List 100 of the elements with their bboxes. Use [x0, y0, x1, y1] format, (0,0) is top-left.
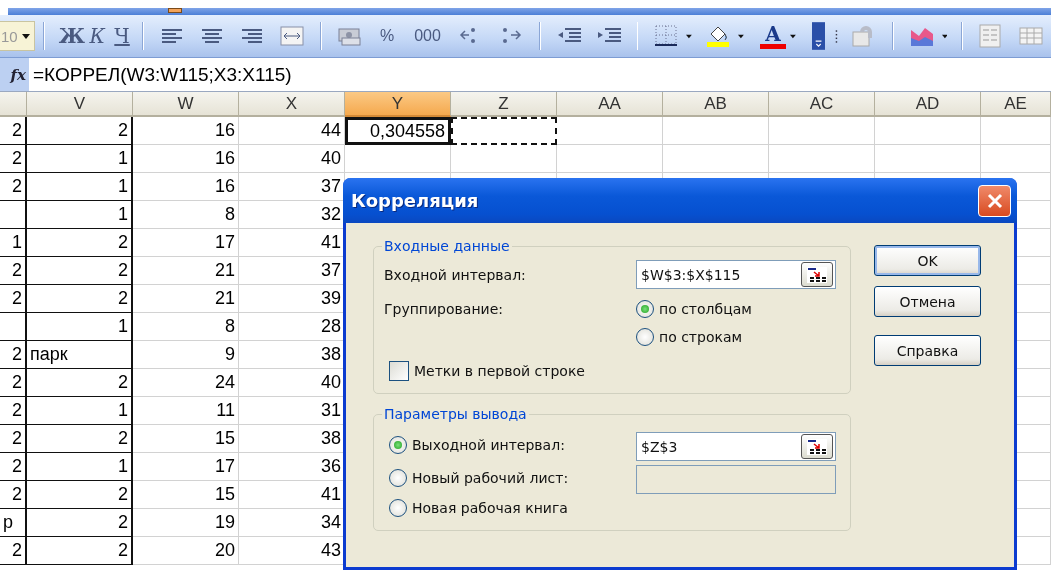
column-header[interactable]: AE: [981, 92, 1051, 117]
radio-button[interactable]: Новая рабочая книга: [389, 494, 636, 522]
table-cell[interactable]: 2: [0, 173, 27, 201]
table-cell[interactable]: 44: [239, 117, 345, 145]
table-cell[interactable]: 2: [0, 285, 27, 313]
table-cell[interactable]: 15: [133, 425, 239, 453]
close-icon: [985, 191, 1004, 210]
table-cell[interactable]: 2: [0, 145, 27, 173]
table-cell[interactable]: 2: [27, 369, 133, 397]
table-cell[interactable]: 15: [133, 481, 239, 509]
table-cell[interactable]: 9: [133, 341, 239, 369]
percent-button[interactable]: %: [379, 27, 395, 45]
table-cell[interactable]: [0, 313, 27, 341]
table-cell[interactable]: 2: [0, 453, 27, 481]
radio-button[interactable]: по столбцам: [636, 295, 836, 323]
column-header[interactable]: AD: [875, 92, 981, 117]
table-cell[interactable]: 2: [27, 509, 133, 537]
table-cell[interactable]: 16: [133, 173, 239, 201]
table-cell[interactable]: 2: [0, 117, 27, 145]
table-cell[interactable]: парк: [27, 341, 133, 369]
input-field[interactable]: $W$3:$X$115: [636, 260, 836, 289]
table-cell[interactable]: 16: [133, 117, 239, 145]
table-cell[interactable]: 2: [27, 257, 133, 285]
close-button[interactable]: [978, 184, 1011, 217]
table-cell[interactable]: 2: [27, 229, 133, 257]
table-cell[interactable]: 11: [133, 397, 239, 425]
column-header[interactable]: AA: [557, 92, 663, 117]
merge-cells-icon[interactable]: [280, 25, 305, 47]
collapse-dialog-icon: [806, 265, 828, 284]
thousands-button[interactable]: 000: [414, 27, 441, 45]
table-cell[interactable]: 2: [0, 369, 27, 397]
range-select-button[interactable]: [801, 262, 833, 287]
dropdown-arrow-icon[interactable]: [738, 33, 744, 39]
table-cell[interactable]: 21: [133, 285, 239, 313]
table-cell[interactable]: 8: [133, 313, 239, 341]
table-cell[interactable]: 2: [0, 341, 27, 369]
currency-icon[interactable]: [337, 25, 362, 47]
table-cell[interactable]: 1: [27, 313, 133, 341]
table-cell[interactable]: 2: [0, 481, 27, 509]
italic-button[interactable]: К: [84, 24, 110, 48]
table-cell[interactable]: 40: [239, 145, 345, 173]
table-cell[interactable]: 24: [133, 369, 239, 397]
table-cell[interactable]: 2: [27, 285, 133, 313]
table-cell[interactable]: 17: [133, 453, 239, 481]
column-header[interactable]: Y: [345, 92, 451, 117]
radio-button[interactable]: Новый рабочий лист:: [389, 463, 636, 492]
table-cell[interactable]: 1: [27, 453, 133, 481]
table-cell[interactable]: 1: [27, 397, 133, 425]
bold-button[interactable]: Ж: [58, 24, 85, 48]
formula-field[interactable]: =КОРРЕЛ(W3:W115;X3:X115): [29, 58, 292, 91]
table-cell[interactable]: 16: [133, 145, 239, 173]
checkbox[interactable]: Метки в первой строке: [389, 357, 636, 385]
dropdown-arrow-icon[interactable]: [686, 33, 693, 39]
underline-button[interactable]: Ч: [109, 24, 135, 48]
table-cell[interactable]: р: [0, 509, 27, 537]
table-cell[interactable]: 1: [27, 173, 133, 201]
dialog-button[interactable]: Отмена: [874, 286, 981, 317]
table-cell[interactable]: 2: [27, 481, 133, 509]
group-label: Параметры вывода: [383, 406, 528, 422]
column-header[interactable]: V: [27, 92, 133, 117]
input-field[interactable]: $Z$3: [636, 432, 836, 461]
table-cell[interactable]: 2: [0, 537, 27, 565]
group-label: Входные данные: [383, 238, 511, 254]
tab-marker: [168, 8, 182, 13]
table-cell[interactable]: 2: [0, 425, 27, 453]
table-cell[interactable]: 2: [0, 257, 27, 285]
radio-button[interactable]: Выходной интервал:: [389, 430, 636, 459]
radio-button[interactable]: по строкам: [636, 323, 836, 351]
fill-color-icon[interactable]: [706, 24, 731, 48]
field-label: Группирование:: [384, 301, 504, 317]
collapse-dialog-icon: [806, 437, 828, 456]
font-color-button[interactable]: A: [759, 23, 786, 49]
table-cell[interactable]: 21: [133, 257, 239, 285]
table-cell[interactable]: 1: [27, 201, 133, 229]
dropdown-arrow-icon[interactable]: [941, 33, 948, 39]
table-cell[interactable]: 2: [27, 537, 133, 565]
table-cell[interactable]: 2: [0, 397, 27, 425]
column-header[interactable]: AB: [663, 92, 769, 117]
column-header[interactable]: AC: [769, 92, 875, 117]
function-button[interactable]: fx: [0, 58, 29, 91]
column-header[interactable]: W: [133, 92, 239, 117]
table-cell[interactable]: 2: [27, 425, 133, 453]
table-cell[interactable]: 20: [133, 537, 239, 565]
range-select-button[interactable]: [801, 434, 833, 459]
table-cell[interactable]: 2: [27, 117, 133, 145]
column-header[interactable]: X: [239, 92, 345, 117]
column-header[interactable]: Z: [451, 92, 557, 117]
table-cell[interactable]: 8: [133, 201, 239, 229]
table-cell[interactable]: 1: [0, 229, 27, 257]
dialog-button[interactable]: Справка: [874, 335, 981, 366]
table-cell[interactable]: 1: [27, 145, 133, 173]
table-cell[interactable]: 17: [133, 229, 239, 257]
table-cell[interactable]: [0, 201, 27, 229]
table-cell[interactable]: 0,304558: [345, 117, 451, 145]
borders-icon[interactable]: [654, 24, 679, 48]
table-cell[interactable]: 19: [133, 509, 239, 537]
dropdown-arrow-icon: [22, 33, 31, 39]
dialog-button[interactable]: OK: [874, 245, 981, 276]
field-label: Входной интервал:: [384, 266, 527, 283]
dropdown-arrow-icon[interactable]: [789, 33, 796, 39]
